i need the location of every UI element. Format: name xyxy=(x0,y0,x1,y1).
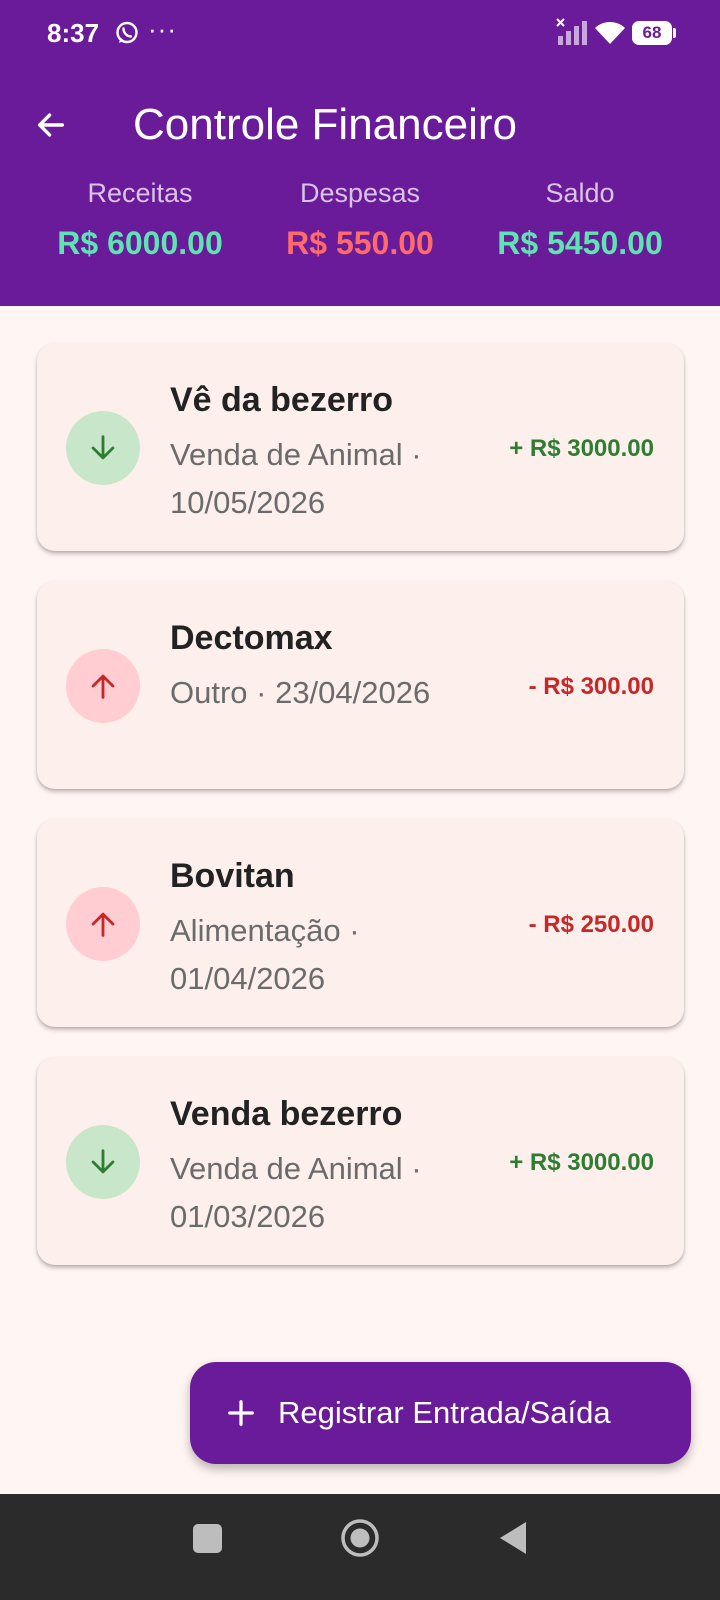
wifi-icon xyxy=(594,20,626,46)
app-header: 8:37 ··· 68 Controle Financeiro Receitas… xyxy=(0,0,720,306)
battery-level: 68 xyxy=(632,21,672,45)
transaction-card[interactable]: Venda bezerro Venda de Animal · 01/03/20… xyxy=(37,1057,684,1265)
summary-expenses-label: Despesas xyxy=(299,178,421,208)
home-button[interactable] xyxy=(340,1518,380,1558)
arrow-up-icon xyxy=(66,887,140,961)
arrow-down-icon xyxy=(66,411,140,485)
transaction-subtitle: Alimentação · 01/04/2026 xyxy=(170,913,360,996)
arrow-left-icon xyxy=(37,113,65,137)
recent-apps-button[interactable] xyxy=(193,1524,222,1553)
page-title: Controle Financeiro xyxy=(133,100,517,149)
plus-icon xyxy=(228,1400,254,1426)
summary-income-label: Receitas xyxy=(87,178,193,208)
transaction-subtitle: Venda de Animal · 01/03/2026 xyxy=(170,1151,422,1234)
summary-balance-value: R$ 5450.00 xyxy=(497,225,663,261)
register-transaction-button[interactable]: Registrar Entrada/Saída xyxy=(190,1362,691,1464)
summary-balance: Saldo R$ 5450.00 xyxy=(460,178,700,262)
transaction-card[interactable]: Dectomax Outro · 23/04/2026 - R$ 300.00 xyxy=(37,581,684,789)
transaction-subtitle: Venda de Animal · 10/05/2026 xyxy=(170,437,422,520)
transaction-card[interactable]: Vê da bezerro Venda de Animal · 10/05/20… xyxy=(37,343,684,551)
system-back-button[interactable] xyxy=(498,1520,528,1556)
system-navigation-bar xyxy=(0,1494,720,1600)
whatsapp-icon xyxy=(114,20,140,46)
register-transaction-label: Registrar Entrada/Saída xyxy=(278,1395,611,1430)
summary-expenses: Despesas R$ 550.00 xyxy=(240,178,480,262)
transaction-card[interactable]: Bovitan Alimentação · 01/04/2026 - R$ 25… xyxy=(37,819,684,1027)
transaction-title: Bovitan xyxy=(170,857,295,895)
transaction-amount: + R$ 3000.00 xyxy=(509,435,654,462)
transaction-amount: - R$ 250.00 xyxy=(528,911,654,938)
transaction-title: Vê da bezerro xyxy=(170,381,393,419)
summary-income-value: R$ 6000.00 xyxy=(57,225,223,261)
transaction-title: Dectomax xyxy=(170,619,333,657)
battery-tip xyxy=(673,28,676,38)
status-bar: 8:37 ··· 68 xyxy=(0,0,720,70)
arrow-down-icon xyxy=(66,1125,140,1199)
arrow-up-icon xyxy=(66,649,140,723)
transaction-title: Venda bezerro xyxy=(170,1095,403,1133)
transaction-amount: - R$ 300.00 xyxy=(528,673,654,700)
battery-icon: 68 xyxy=(632,21,676,45)
signal-icon xyxy=(556,18,588,46)
more-notifications-icon: ··· xyxy=(148,14,177,44)
transaction-list: Vê da bezerro Venda de Animal · 10/05/20… xyxy=(37,343,684,1295)
summary-balance-label: Saldo xyxy=(545,178,615,208)
transaction-amount: + R$ 3000.00 xyxy=(509,1149,654,1176)
back-button[interactable] xyxy=(30,104,72,146)
summary-income: Receitas R$ 6000.00 xyxy=(20,178,260,262)
status-time: 8:37 xyxy=(47,18,100,48)
summary-expenses-value: R$ 550.00 xyxy=(286,225,434,261)
transaction-subtitle: Outro · 23/04/2026 xyxy=(170,675,431,710)
